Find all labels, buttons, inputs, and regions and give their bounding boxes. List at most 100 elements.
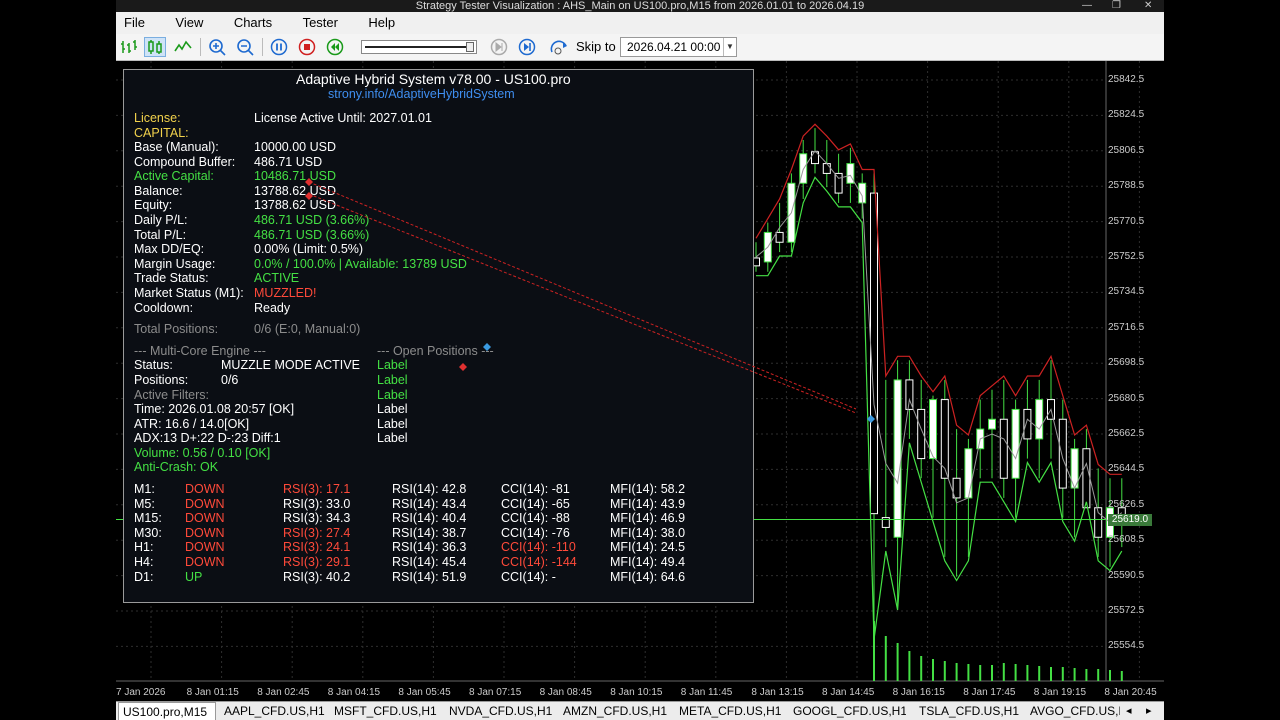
tab-tsla[interactable]: TSLA_CFD.US,H1 [919,702,1027,720]
skip-forward-icon[interactable] [516,37,538,57]
step-forward-icon[interactable] [488,37,510,57]
price-tick: 25824.5 [1108,109,1145,121]
maximize-icon[interactable]: ❐ [1112,0,1121,12]
tf-cci: CCI(14): -65 [501,496,570,511]
tab-us100[interactable]: US100.pro,M15 [118,702,216,720]
chart-tabs: US100.pro,M15 AAPL_CFD.US,H1 MSFT_CFD.US… [116,701,1164,720]
tf-rsi14: RSI(14): 40.4 [392,511,467,526]
tab-scroll-right-icon[interactable]: ▸ [1146,702,1152,720]
candle-body [775,231,784,243]
tab-googl[interactable]: GOOGL_CFD.US,H1 [793,702,906,720]
tf-rsi3: RSI(3): 24.1 [283,540,351,555]
tf-mfi: MFI(14): 46.9 [610,511,686,526]
tab-nvda[interactable]: NVDA_CFD.US,H1 [449,702,557,720]
minimize-icon[interactable]: — [1082,0,1092,12]
menu-charts[interactable]: Charts [234,12,272,34]
time-tick: 8 Jan 08:45 [539,687,592,698]
panel-link[interactable]: strony.info/AdaptiveHybridSystem [328,87,515,101]
tf-cci: CCI(14): -110 [501,540,576,555]
capital-row-value: 10486.71 USD [254,169,337,184]
tf-tf: M15: [134,511,162,526]
speed-slider[interactable] [361,40,477,54]
price-chart[interactable]: 25842.5 25824.5 25806.5 25788.5 25770.5 25752… [116,61,1164,701]
tab-aapl[interactable]: AAPL_CFD.US,H1 [224,702,328,720]
candlestick-icon[interactable] [144,37,166,57]
capital-row-value: 486.71 USD (3.66%) [254,227,370,242]
open-positions-header: --- Open Positions --- [377,344,494,358]
engine-positions-value: 0/6 [221,373,239,387]
candle-body [822,163,831,174]
time-tick: 8 Jan 20:45 [1104,687,1157,698]
position-label: Label [377,417,408,431]
capital-row-value: 0.00% (Limit: 0.5%) [254,242,364,257]
rewind-icon[interactable] [324,37,346,57]
time-tick: 8 Jan 17:45 [963,687,1016,698]
capital-row-value: ACTIVE [254,271,300,286]
tf-tf: H1: [134,540,154,555]
tab-amzn[interactable]: AMZN_CFD.US,H1 [563,702,671,720]
capital-row-label: Compound Buffer: [134,154,236,169]
tab-meta[interactable]: META_CFD.US,H1 [679,702,787,720]
price-tick: 25806.5 [1108,144,1145,156]
capital-row-label: Margin Usage: [134,256,216,271]
title-bar: Strategy Tester Visualization : AHS_Main… [116,0,1164,12]
position-label: Label [377,373,408,387]
pause-icon[interactable] [268,37,290,57]
chevron-down-icon[interactable]: ▼ [723,38,736,56]
speed-slider-thumb[interactable] [466,42,474,52]
tf-cci: CCI(14): -76 [501,525,570,540]
time-tick: 8 Jan 10:15 [610,687,663,698]
license-label: License: [134,111,181,125]
filter-volume: Volume: 0.56 / 0.10 [OK] [134,446,271,460]
tab-scroll-left-icon[interactable]: ◂ [1126,702,1132,720]
tester-window: Strategy Tester Visualization : AHS_Main… [116,0,1164,720]
line-chart-icon[interactable] [172,37,194,57]
tf-rsi14: RSI(14): 38.7 [392,525,467,540]
info-panel: Adaptive Hybrid System v78.00 - US100.pr… [123,69,754,603]
price-tick: 25554.5 [1108,640,1145,652]
skip-to-date-input[interactable]: 2026.04.21 00:00 ▼ [620,37,737,57]
menu-file[interactable]: File [124,12,145,34]
skip-to-date-value: 2026.04.21 00:00 [627,40,721,54]
engine-status-label: Status: [134,358,173,372]
engine-positions-label: Positions: [134,373,189,387]
close-icon[interactable]: ✕ [1144,0,1152,12]
menu-view[interactable]: View [175,12,203,34]
capital-row-label: Market Status (M1): [134,286,244,300]
tab-msft[interactable]: MSFT_CFD.US,H1 [334,702,442,720]
engine-status-value: MUZZLE MODE ACTIVE [221,358,360,372]
filter-atr: ATR: 16.6 / 14.0[OK] [134,417,250,431]
tf-rsi14: RSI(14): 51.9 [392,569,467,584]
menu-help[interactable]: Help [368,12,395,34]
capital-row-value: 0.0% / 100.0% | Available: 13789 USD [254,256,467,271]
tab-avgo[interactable]: AVGO_CFD.US,H1 [1030,702,1120,720]
capital-row-label: Active Capital: [134,169,214,184]
tf-rsi14: RSI(14): 45.4 [392,555,467,569]
capital-row-value: 486.71 USD [254,154,323,169]
license-value: License Active Until: 2027.01.01 [254,111,432,125]
price-tick: 25572.5 [1108,605,1145,616]
zoom-out-icon[interactable] [234,37,256,57]
skip-to-icon[interactable] [548,37,570,57]
average-line [755,149,1123,524]
tf-mfi: MFI(14): 49.4 [610,555,686,569]
price-tick: 25698.5 [1108,357,1145,369]
tf-dir: DOWN [185,496,225,511]
tf-dir: DOWN [185,525,225,540]
price-tick: 25626.5 [1108,498,1145,510]
bar-chart-icon[interactable] [118,37,140,57]
candle-body [988,418,996,430]
tf-rsi3: RSI(3): 34.3 [283,511,351,526]
price-tick: 25770.5 [1108,215,1145,227]
stop-icon[interactable] [296,37,318,57]
zoom-in-icon[interactable] [206,37,228,57]
capital-row-label: Max DD/EQ: [134,242,205,257]
candle-body [834,172,843,194]
tf-tf: M30: [134,525,162,540]
price-tick: 25788.5 [1108,180,1145,192]
filter-anticrash: Anti-Crash: OK [134,460,219,474]
tf-mfi: MFI(14): 64.6 [610,569,686,584]
menu-tester[interactable]: Tester [303,12,338,34]
tf-rsi3: RSI(3): 17.1 [283,482,351,496]
total-positions-label: Total Positions: [134,322,219,336]
